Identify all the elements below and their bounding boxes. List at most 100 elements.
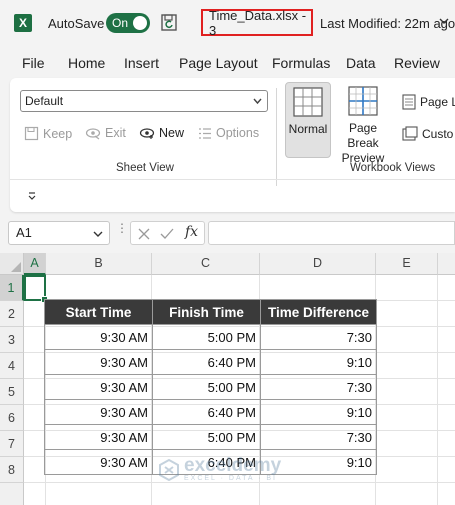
column-header-c[interactable]: C xyxy=(152,253,260,275)
table-row: 9:30 AM 5:00 PM 7:30 xyxy=(44,374,377,400)
excel-logo-letter: X xyxy=(18,16,27,30)
column-header-d[interactable]: D xyxy=(260,253,376,275)
name-box-value: A1 xyxy=(16,225,32,240)
filename-title[interactable]: Time_Data.xlsx - 3 xyxy=(201,7,313,38)
cell-time-difference[interactable]: 9:10 xyxy=(260,349,377,375)
cell-time-difference[interactable]: 7:30 xyxy=(260,374,377,400)
cell-time-difference[interactable]: 7:30 xyxy=(260,324,377,350)
watermark-text: exceldemy EXCEL · DATA · BI xyxy=(184,456,281,482)
tab-file[interactable]: File xyxy=(22,55,45,71)
cell-start-time[interactable]: 9:30 AM xyxy=(44,424,153,450)
chevron-down-icon xyxy=(93,231,103,237)
last-modified-label[interactable]: Last Modified: 22m ago xyxy=(320,16,455,31)
new-button[interactable]: New xyxy=(139,126,184,140)
autosave-label: AutoSave xyxy=(48,16,105,31)
cell-finish-time[interactable]: 5:00 PM xyxy=(152,324,261,350)
tab-data[interactable]: Data xyxy=(346,55,376,71)
formula-buttons: fx xyxy=(130,221,205,245)
sheet-view-dropdown[interactable]: Default xyxy=(20,90,268,112)
custom-views-button[interactable]: Custo xyxy=(402,126,453,141)
page-break-preview-button[interactable]: Page Break Preview xyxy=(332,82,394,165)
filename-text: Time_Data.xlsx - 3 xyxy=(209,7,307,38)
table-header-row: Start Time Finish Time Time Difference xyxy=(44,299,377,325)
exit-button[interactable]: Exit xyxy=(85,126,126,140)
tab-insert[interactable]: Insert xyxy=(124,55,159,71)
cell-finish-time[interactable]: 5:00 PM xyxy=(152,374,261,400)
sheet-view-group-label: Sheet View xyxy=(116,162,174,174)
exit-label: Exit xyxy=(105,126,126,140)
cell-finish-time[interactable]: 5:00 PM xyxy=(152,424,261,450)
row-header-3[interactable]: 3 xyxy=(0,327,24,353)
tab-page-layout[interactable]: Page Layout xyxy=(179,55,258,71)
title-bar: X AutoSave On Time_Data.xlsx - 3 Last Mo… xyxy=(0,0,455,46)
page-break-label-1: Page Break xyxy=(347,121,379,150)
enter-check-icon[interactable] xyxy=(159,227,175,241)
gridline xyxy=(437,275,438,505)
page-break-label: Page Break Preview xyxy=(332,121,394,166)
table-row: 9:30 AM 5:00 PM 7:30 xyxy=(44,424,377,450)
tab-formulas[interactable]: Formulas xyxy=(272,55,330,71)
page-break-icon xyxy=(348,86,378,116)
time-data-table: Start Time Finish Time Time Difference 9… xyxy=(44,299,377,475)
column-header-b[interactable]: B xyxy=(46,253,152,275)
row-header-8[interactable]: 8 xyxy=(0,457,24,483)
formula-input[interactable] xyxy=(208,221,455,245)
watermark-tagline: EXCEL · DATA · BI xyxy=(184,475,277,482)
list-icon xyxy=(199,127,211,139)
sheet-view-dropdown-value: Default xyxy=(25,94,64,108)
select-all-corner[interactable] xyxy=(0,253,24,275)
row-header-5[interactable]: 5 xyxy=(0,379,24,405)
cell-start-time[interactable]: 9:30 AM xyxy=(44,324,153,350)
corner-triangle-icon xyxy=(11,262,21,272)
keep-button[interactable]: Keep xyxy=(24,126,72,141)
gridline xyxy=(24,482,455,483)
exceldemy-logo-icon xyxy=(159,458,179,481)
name-box[interactable]: A1 xyxy=(8,221,110,245)
cell-start-time[interactable]: 9:30 AM xyxy=(44,399,153,425)
options-button[interactable]: Options xyxy=(198,126,259,140)
column-header-overflow[interactable] xyxy=(438,253,455,275)
formula-bar-grip-icon[interactable]: ⋮ xyxy=(116,222,128,234)
normal-view-button[interactable]: Normal xyxy=(285,82,331,158)
custom-views-label: Custo xyxy=(422,126,454,141)
eye-plus-icon xyxy=(139,128,155,139)
cell-finish-time[interactable]: 6:40 PM xyxy=(152,399,261,425)
new-label: New xyxy=(159,126,185,140)
cancel-icon[interactable] xyxy=(137,227,151,241)
cell-time-difference[interactable]: 7:30 xyxy=(260,424,377,450)
row-header-6[interactable]: 6 xyxy=(0,405,24,431)
quick-access-toolbar xyxy=(10,179,455,212)
row-header-7[interactable]: 7 xyxy=(0,431,24,457)
column-header-a[interactable]: A xyxy=(24,253,46,275)
row-header-overflow[interactable] xyxy=(0,483,24,505)
custom-views-icon xyxy=(402,126,418,141)
row-header-1[interactable]: 1 xyxy=(0,275,24,301)
row-header-4[interactable]: 4 xyxy=(0,353,24,379)
header-start-time[interactable]: Start Time xyxy=(44,299,153,325)
tab-home[interactable]: Home xyxy=(68,55,105,71)
chevron-down-icon[interactable] xyxy=(438,14,450,28)
normal-view-label: Normal xyxy=(288,122,328,136)
customize-toolbar-icon[interactable] xyxy=(27,192,37,200)
insert-function-icon[interactable]: fx xyxy=(185,224,198,240)
active-cell-a1[interactable] xyxy=(24,275,48,303)
save-sync-icon[interactable] xyxy=(160,13,180,33)
tab-review[interactable]: Review xyxy=(394,55,440,71)
header-finish-time[interactable]: Finish Time xyxy=(152,299,261,325)
ribbon-divider xyxy=(276,88,277,186)
page-layout-label: Page L xyxy=(420,95,455,109)
options-label: Options xyxy=(216,126,260,140)
worksheet-grid[interactable]: A B C D E 1 2 3 4 5 6 7 8 Start Time Fin… xyxy=(0,253,455,505)
cell-start-time[interactable]: 9:30 AM xyxy=(44,449,153,475)
autosave-toggle[interactable]: On xyxy=(106,13,150,33)
page-layout-icon xyxy=(402,94,416,110)
row-header-2[interactable]: 2 xyxy=(0,301,24,327)
column-header-e[interactable]: E xyxy=(376,253,438,275)
page-layout-view-button[interactable]: Page L xyxy=(402,94,455,110)
header-time-difference[interactable]: Time Difference xyxy=(260,299,377,325)
cell-finish-time[interactable]: 6:40 PM xyxy=(152,349,261,375)
cell-start-time[interactable]: 9:30 AM xyxy=(44,349,153,375)
cell-start-time[interactable]: 9:30 AM xyxy=(44,374,153,400)
cell-time-difference[interactable]: 9:10 xyxy=(260,399,377,425)
workbook-views-group-label: Workbook Views xyxy=(350,162,436,174)
